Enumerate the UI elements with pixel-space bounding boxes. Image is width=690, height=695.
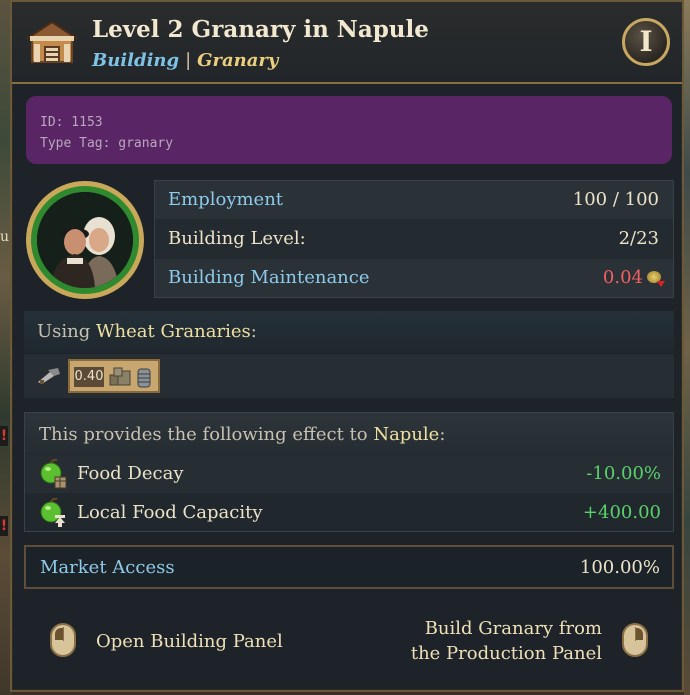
production-method-header: Using Wheat Granaries: bbox=[24, 311, 674, 353]
building-stats-table: Employment 100 / 100 Building Level: 2/2… bbox=[154, 180, 674, 298]
effect-row: Local Food Capacity +400.00 bbox=[25, 494, 673, 532]
decrease-arrow-icon bbox=[657, 281, 665, 287]
effect-label: Local Food Capacity bbox=[77, 502, 263, 523]
maintenance-value: 0.04 bbox=[602, 267, 643, 288]
game-world-right-edge bbox=[684, 0, 690, 695]
iron-barrel-icon bbox=[137, 368, 151, 388]
production-method-link[interactable]: Wheat Granaries bbox=[96, 321, 251, 342]
stat-row-employment[interactable]: Employment 100 / 100 bbox=[155, 181, 673, 219]
building-level-label: Building Level: bbox=[168, 228, 306, 249]
left-mouse-button-icon bbox=[50, 623, 76, 657]
effect-row: Food Decay -10.00% bbox=[25, 455, 673, 493]
right-mouse-button-icon bbox=[622, 623, 648, 657]
maintenance-label[interactable]: Building Maintenance bbox=[168, 267, 370, 288]
debug-type-tag: Type Tag: granary bbox=[40, 136, 174, 151]
market-access-row[interactable]: Market Access 100.00% bbox=[24, 545, 674, 589]
effect-label: Food Decay bbox=[77, 463, 184, 484]
stat-row-level: Building Level: 2/23 bbox=[155, 220, 673, 258]
state-link[interactable]: Napule bbox=[373, 424, 439, 445]
effects-header: This provides the following effect to Na… bbox=[25, 413, 673, 455]
page-title: Level 2 Granary in Napule bbox=[92, 16, 429, 43]
goods-input-value: 0.40 bbox=[74, 367, 104, 387]
tools-icon bbox=[38, 368, 60, 384]
building-type-link[interactable]: Granary bbox=[197, 50, 278, 71]
debug-id: ID: 1153 bbox=[40, 115, 103, 130]
effects-intro-suffix: : bbox=[439, 424, 446, 445]
market-access-value: 100.00% bbox=[579, 557, 660, 578]
debug-info-box: ID: 1153 Type Tag: granary bbox=[26, 96, 672, 164]
effect-value: -10.00% bbox=[586, 463, 661, 484]
effects-section: This provides the following effect to Na… bbox=[24, 412, 674, 532]
effects-intro-prefix: This provides the following effect to bbox=[39, 424, 374, 445]
subtitle-separator: | bbox=[185, 50, 192, 71]
effects-intro: This provides the following effect to Na… bbox=[39, 424, 445, 445]
using-suffix: : bbox=[250, 321, 257, 342]
granary-building-icon bbox=[26, 20, 78, 63]
info-button[interactable]: I bbox=[622, 18, 670, 66]
production-method-text: Using Wheat Granaries: bbox=[37, 321, 257, 342]
using-prefix: Using bbox=[37, 321, 97, 342]
employment-label[interactable]: Employment bbox=[168, 189, 283, 210]
production-method-goods: 0.40 bbox=[24, 354, 674, 398]
building-subtitle: Building | Granary bbox=[92, 50, 278, 71]
building-category-link[interactable]: Building bbox=[92, 50, 179, 71]
build-from-production-hint-line2: the Production Panel bbox=[410, 643, 602, 664]
market-access-label[interactable]: Market Access bbox=[40, 557, 175, 578]
employment-value: 100 / 100 bbox=[572, 189, 659, 210]
open-building-panel-hint: Open Building Panel bbox=[96, 631, 283, 652]
employee-portrait[interactable] bbox=[26, 181, 144, 299]
food-decay-icon bbox=[40, 459, 67, 489]
build-from-production-hint-line1: Build Granary from bbox=[424, 618, 602, 639]
portrait-frame bbox=[31, 186, 139, 294]
tooltip-header: Level 2 Granary in Napule Building | Grana… bbox=[12, 2, 682, 84]
building-level-value: 2/23 bbox=[618, 228, 659, 249]
building-materials-icon bbox=[109, 367, 131, 386]
world-label-fragment: u bbox=[0, 229, 9, 245]
alert-icon[interactable]: ! bbox=[0, 516, 8, 536]
building-tooltip-panel: Level 2 Granary in Napule Building | Grana… bbox=[10, 0, 684, 692]
effect-value: +400.00 bbox=[582, 502, 661, 523]
goods-input-chip[interactable]: 0.40 bbox=[68, 359, 160, 393]
workers-portrait-icon bbox=[37, 192, 133, 288]
stat-row-maintenance[interactable]: Building Maintenance 0.04 bbox=[155, 259, 673, 297]
alert-icon[interactable]: ! bbox=[0, 426, 8, 446]
food-capacity-icon bbox=[40, 498, 65, 527]
